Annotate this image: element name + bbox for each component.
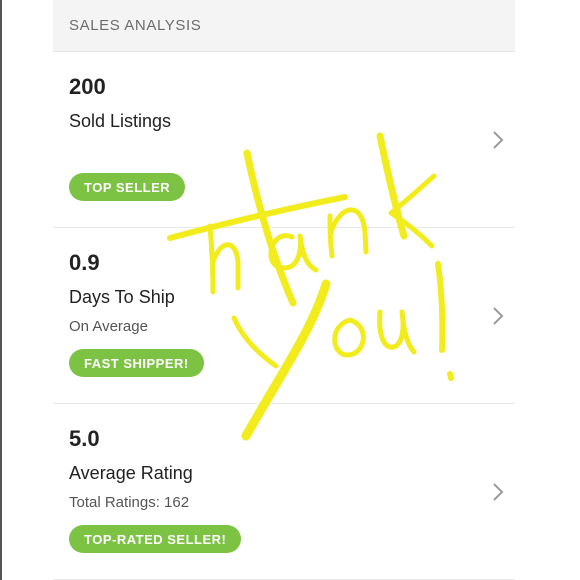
- chevron-right-icon: [493, 483, 504, 501]
- stat-value: 200: [69, 74, 106, 99]
- sales-analysis-panel: SALES ANALYSIS 200 Sold Listings TOP SEL…: [53, 0, 515, 580]
- left-edge-divider: [0, 0, 2, 580]
- stat-row-average-rating[interactable]: 5.0 Average Rating Total Ratings: 162 TO…: [53, 404, 515, 580]
- fast-shipper-badge: FAST SHIPPER!: [69, 349, 204, 377]
- stat-row-days-to-ship[interactable]: 0.9 Days To Ship On Average FAST SHIPPER…: [53, 228, 515, 404]
- section-title: SALES ANALYSIS: [69, 17, 202, 34]
- section-header: SALES ANALYSIS: [53, 0, 515, 52]
- stat-label: Days To Ship: [69, 287, 175, 307]
- stat-label: Sold Listings: [69, 111, 172, 131]
- top-rated-seller-badge: TOP-RATED SELLER!: [69, 525, 242, 553]
- chevron-right-icon: [493, 131, 504, 149]
- stat-sublabel: On Average: [69, 318, 148, 335]
- chevron-right-icon: [493, 307, 504, 325]
- stat-row-sold-listings[interactable]: 200 Sold Listings TOP SELLER: [53, 52, 515, 228]
- stat-value: 5.0: [69, 426, 100, 451]
- stat-label: Average Rating: [69, 463, 193, 483]
- stat-value: 0.9: [69, 250, 100, 275]
- top-seller-badge: TOP SELLER: [69, 173, 186, 201]
- stat-sublabel: Total Ratings: 162: [69, 494, 190, 511]
